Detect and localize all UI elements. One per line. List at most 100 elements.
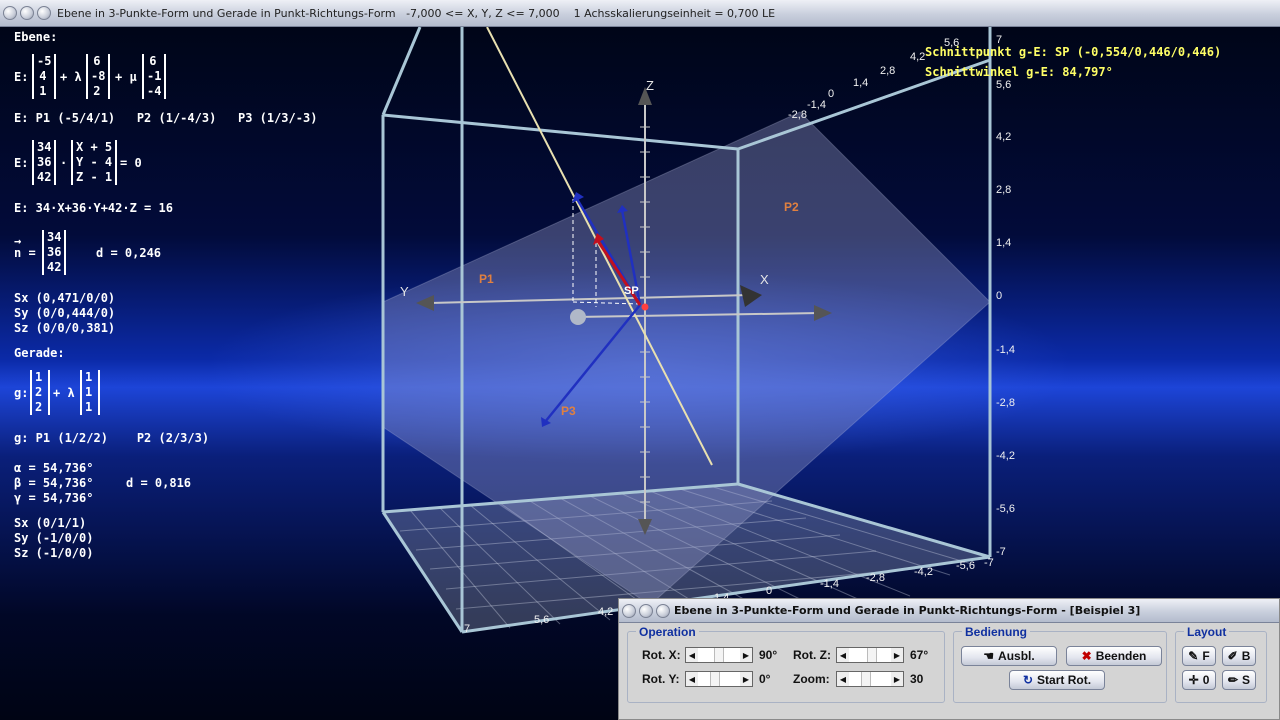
slider-right-arrow-icon[interactable]: ▶: [891, 648, 903, 662]
tick-label: 0: [828, 88, 835, 100]
slider-right-arrow-icon[interactable]: ▶: [891, 672, 903, 686]
tick-label: -5,6: [956, 560, 975, 572]
slider-left-arrow-icon[interactable]: ◀: [686, 648, 698, 662]
slider-thumb[interactable]: [867, 648, 877, 662]
tick-label: -2,8: [788, 109, 807, 121]
rot-z-slider[interactable]: ◀ ▶: [836, 647, 904, 663]
beenden-button[interactable]: ✖ Beenden: [1066, 646, 1162, 666]
tick-label: -1,4: [807, 99, 826, 111]
tick-label: 4,2: [996, 131, 1012, 143]
minimize-icon[interactable]: [639, 603, 653, 618]
intersection-point-label: SP: [624, 285, 639, 297]
slider-left-arrow-icon[interactable]: ◀: [837, 672, 849, 686]
slider-thumb[interactable]: [710, 672, 720, 686]
tick-label: 7: [464, 623, 471, 635]
line-support-vector: 1 2 2: [30, 370, 50, 415]
intersection-point-text: Schnittpunkt g-E: SP (-0,554/0,446/0,446…: [925, 45, 1222, 59]
tick-label: -2,8: [996, 397, 1015, 409]
line-distance: d = 0,816: [126, 476, 192, 490]
slider-right-arrow-icon[interactable]: ▶: [740, 648, 752, 662]
line-plus-lambda: + λ: [53, 386, 75, 400]
rot-y-slider[interactable]: ◀ ▶: [685, 671, 753, 687]
rot-y-label: Rot. Y:: [642, 672, 680, 686]
layout-0-button[interactable]: ✛ 0: [1182, 670, 1216, 690]
minimize-icon[interactable]: [20, 6, 34, 20]
rot-x-value: 90°: [759, 648, 778, 662]
angle-alpha: α = 54,736°: [14, 461, 94, 475]
plane-distance: d = 0,246: [96, 246, 162, 260]
plane-header: Ebene:: [14, 30, 58, 44]
rotate-icon: ↻: [1022, 673, 1034, 687]
slider-right-arrow-icon[interactable]: ▶: [740, 672, 752, 686]
line-direction-vector: 1 1 1: [80, 370, 100, 415]
control-panel-titlebar[interactable]: Ebene in 3-Punkte-Form und Gerade in Pun…: [619, 599, 1279, 623]
tick-label: -1,4: [996, 344, 1015, 356]
tick-label: -4,2: [914, 566, 933, 578]
plane-normal-form-label: E:: [14, 156, 29, 170]
point-p2-label: P2: [784, 200, 799, 214]
rot-z-value: 67°: [910, 648, 929, 662]
rot-x-slider[interactable]: ◀ ▶: [685, 647, 753, 663]
bedienung-group-title: Bedienung: [962, 625, 1030, 639]
tick-label: -7: [984, 557, 994, 569]
plane-direction-vector-2: 6 -1 -4: [142, 54, 167, 99]
tick-label: 1,4: [996, 237, 1012, 249]
plane-coordinate-form: E: 34·X+36·Y+42·Z = 16: [14, 201, 173, 215]
angle-beta: β = 54,736°: [14, 476, 94, 490]
point-p1-label: P1: [479, 272, 494, 286]
angle-gamma: γ = 54,736°: [14, 491, 94, 505]
slider-left-arrow-icon[interactable]: ◀: [686, 672, 698, 686]
plane-trace-sz: Sz (0/0/0,381): [14, 321, 116, 335]
tick-label: 4,2: [910, 51, 926, 63]
crosshair-icon: ✛: [1188, 673, 1199, 687]
tick-label: -5,6: [996, 503, 1015, 515]
point-p3-label: P3: [561, 404, 576, 418]
operation-group-title: Operation: [636, 625, 699, 639]
line-trace-sy: Sy (-1/0/0): [14, 531, 94, 545]
ausbl-button[interactable]: ☚ Ausbl.: [961, 646, 1057, 666]
zoom-slider[interactable]: ◀ ▶: [836, 671, 904, 687]
layout-s-button[interactable]: ✏ S: [1222, 670, 1256, 690]
window-title: Ebene in 3-Punkte-Form und Gerade in Pun…: [57, 6, 776, 20]
rot-y-value: 0°: [759, 672, 771, 686]
window-menu-icon[interactable]: [622, 603, 636, 618]
plane-trace-sy: Sy (0/0,444/0): [14, 306, 116, 320]
plane-normal-vector: 34 36 42: [32, 140, 57, 185]
tick-label: 0: [766, 585, 773, 597]
slider-left-arrow-icon[interactable]: ◀: [837, 648, 849, 662]
intersection-angle-text: Schnittwinkel g-E: 84,797°: [925, 65, 1113, 79]
start-rot-button[interactable]: ↻ Start Rot.: [1009, 670, 1105, 690]
normal-label: n =: [14, 246, 36, 260]
tick-label: 5,6: [996, 79, 1012, 91]
control-panel: Ebene in 3-Punkte-Form und Gerade in Pun…: [618, 598, 1280, 720]
slider-thumb[interactable]: [861, 672, 871, 686]
fill-icon: ✐: [1227, 649, 1238, 663]
plane-direction-vector-1: 6 -8 2: [86, 54, 111, 99]
slider-thumb[interactable]: [714, 648, 724, 662]
plane-param-label: E:: [14, 70, 29, 84]
line-header: Gerade:: [14, 346, 65, 360]
line-points: g: P1 (1/2/2) P2 (2/3/3): [14, 431, 210, 445]
window-menu-icon[interactable]: [3, 6, 17, 20]
plane-support-vector: -5 4 1: [32, 54, 57, 99]
layout-f-button[interactable]: ✎ F: [1182, 646, 1216, 666]
operation-group: Operation Rot. X: ◀ ▶ 90° Rot. Y: ◀ ▶ 0°…: [627, 625, 945, 703]
layout-group: Layout ✎ F ✐ B ✛ 0 ✏ S: [1175, 625, 1267, 703]
main-titlebar[interactable]: Ebene in 3-Punkte-Form und Gerade in Pun…: [0, 0, 1280, 27]
brush-icon: ✎: [1188, 649, 1199, 663]
x-axis-label: X: [760, 272, 769, 287]
control-panel-title: Ebene in 3-Punkte-Form und Gerade in Pun…: [674, 604, 1141, 617]
plus-lambda: + λ: [60, 70, 82, 84]
maximize-icon[interactable]: [37, 6, 51, 20]
rot-x-label: Rot. X:: [642, 648, 681, 662]
y-axis-label: Y: [400, 284, 409, 299]
normal-vector: 34 36 42: [42, 230, 67, 275]
tick-label: -2,8: [866, 572, 885, 584]
maximize-icon[interactable]: [656, 603, 670, 618]
line-param-label: g:: [14, 386, 29, 400]
layout-b-button[interactable]: ✐ B: [1222, 646, 1256, 666]
tick-label: 4,2: [598, 606, 614, 618]
line-trace-sz: Sz (-1/0/0): [14, 546, 94, 560]
tick-label: 2,8: [880, 65, 896, 77]
z-axis-label: Z: [646, 78, 654, 93]
